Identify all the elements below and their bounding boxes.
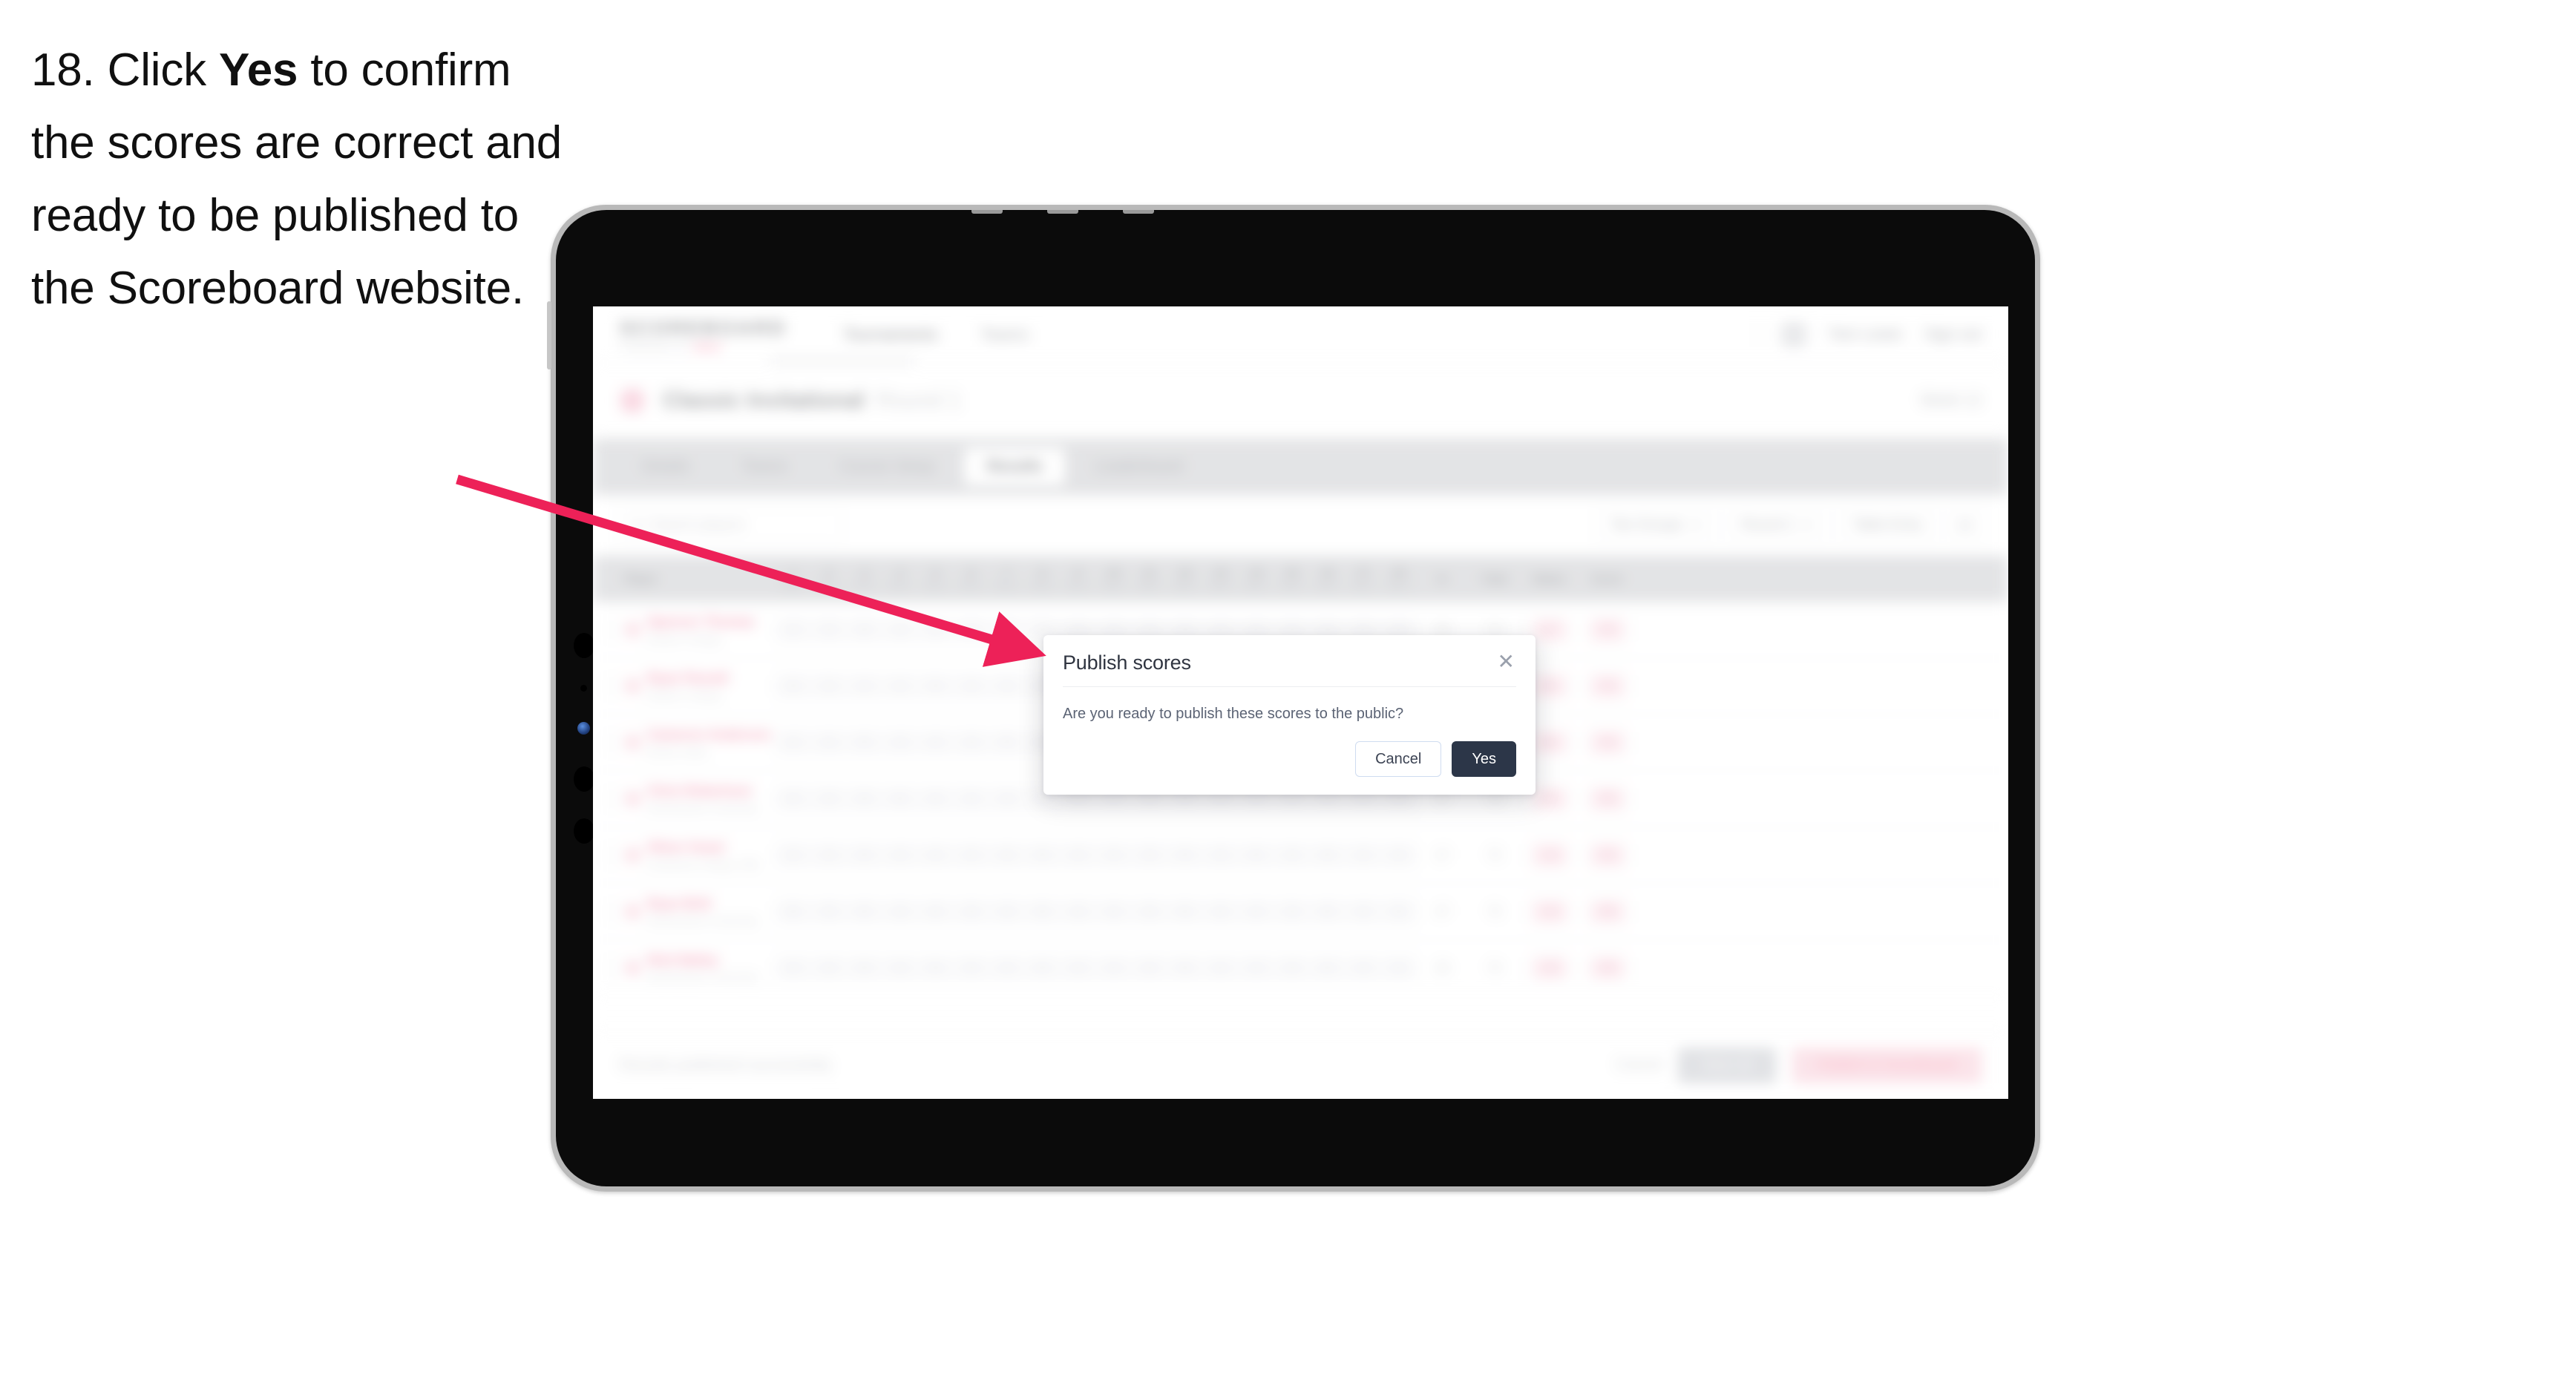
tablet-screen-bezel: SCOREBOARD POWERED BY GOLF Tournaments T… [556,210,2035,1186]
modal-overlay: Publish scores ✕ Are you ready to publis… [593,306,2008,1099]
instruction-emphasis: Yes [218,45,298,96]
volume-button[interactable] [547,301,551,370]
close-icon[interactable]: ✕ [1496,651,1516,672]
publish-scores-dialog: Publish scores ✕ Are you ready to publis… [1043,635,1536,795]
ambient-sensor-icon [574,818,594,844]
microphone-icon [574,766,594,792]
status-led-icon [577,722,590,735]
tablet-device: SCOREBOARD POWERED BY GOLF Tournaments T… [547,205,2040,1192]
cancel-button[interactable]: Cancel [1355,741,1442,777]
dialog-title: Publish scores [1063,651,1191,674]
slide-canvas: 18. Click Yes to confirm the scores are … [0,0,2576,1386]
front-camera-icon [574,633,594,658]
speaker-grille [971,210,1154,214]
yes-button[interactable]: Yes [1452,741,1516,777]
app-screen: SCOREBOARD POWERED BY GOLF Tournaments T… [593,306,2008,1099]
sensor-icon [580,685,587,692]
dialog-actions: Cancel Yes [1043,725,1536,795]
instruction-text: 18. Click Yes to confirm the scores are … [31,34,580,325]
dialog-header: Publish scores ✕ [1043,635,1536,674]
instruction-lead: Click [107,45,207,96]
instruction-step-number: 18. [31,45,95,96]
dialog-message: Are you ready to publish these scores to… [1063,706,1404,722]
